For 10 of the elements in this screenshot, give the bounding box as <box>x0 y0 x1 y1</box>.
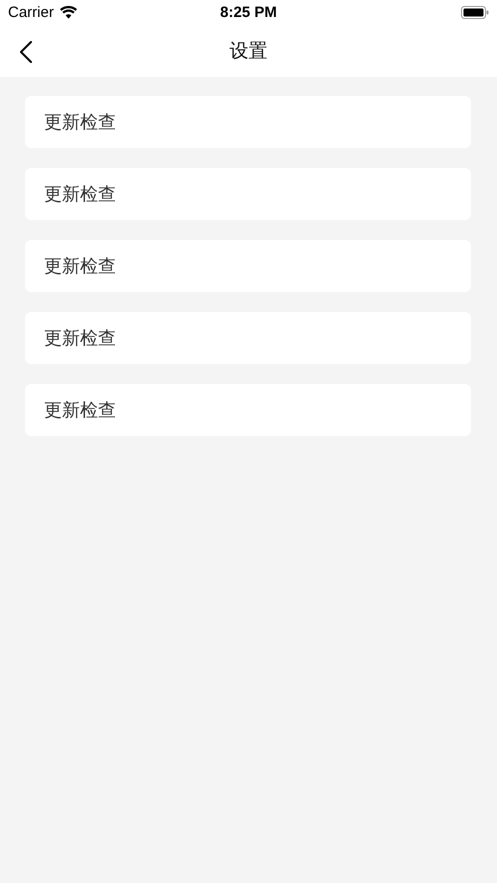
settings-item[interactable]: 更新检查 <box>25 312 471 364</box>
page-title: 设置 <box>230 39 268 64</box>
battery-icon <box>460 6 489 19</box>
settings-item[interactable]: 更新检查 <box>25 240 471 292</box>
status-time: 8:25 PM <box>220 4 277 21</box>
settings-item[interactable]: 更新检查 <box>25 384 471 436</box>
wifi-icon <box>60 6 77 19</box>
settings-item[interactable]: 更新检查 <box>25 96 471 148</box>
settings-item[interactable]: 更新检查 <box>25 168 471 220</box>
carrier-label: Carrier <box>8 4 54 21</box>
